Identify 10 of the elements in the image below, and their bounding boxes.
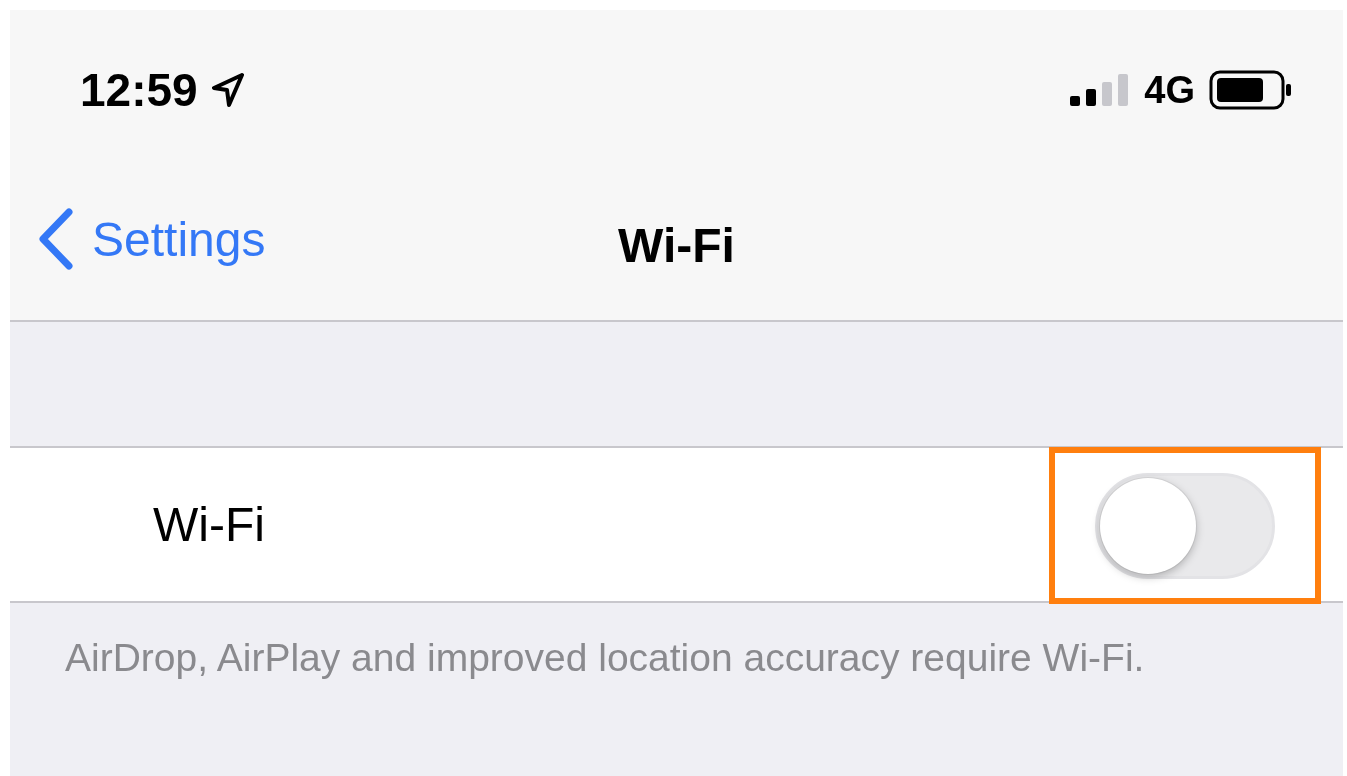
location-arrow-icon [211, 73, 244, 107]
network-type: 4G [1144, 68, 1195, 112]
row-label: Wi-Fi [153, 497, 265, 552]
back-button[interactable]: Settings [38, 208, 266, 270]
footer-note: AirDrop, AirPlay and improved location accuracy require Wi-Fi. [65, 635, 1146, 681]
battery-icon [1209, 70, 1293, 110]
chevron-left-icon [38, 208, 74, 270]
status-time: 12:59 [80, 63, 198, 117]
signal-icon [1070, 74, 1131, 106]
page-title: Wi-Fi [618, 218, 735, 273]
